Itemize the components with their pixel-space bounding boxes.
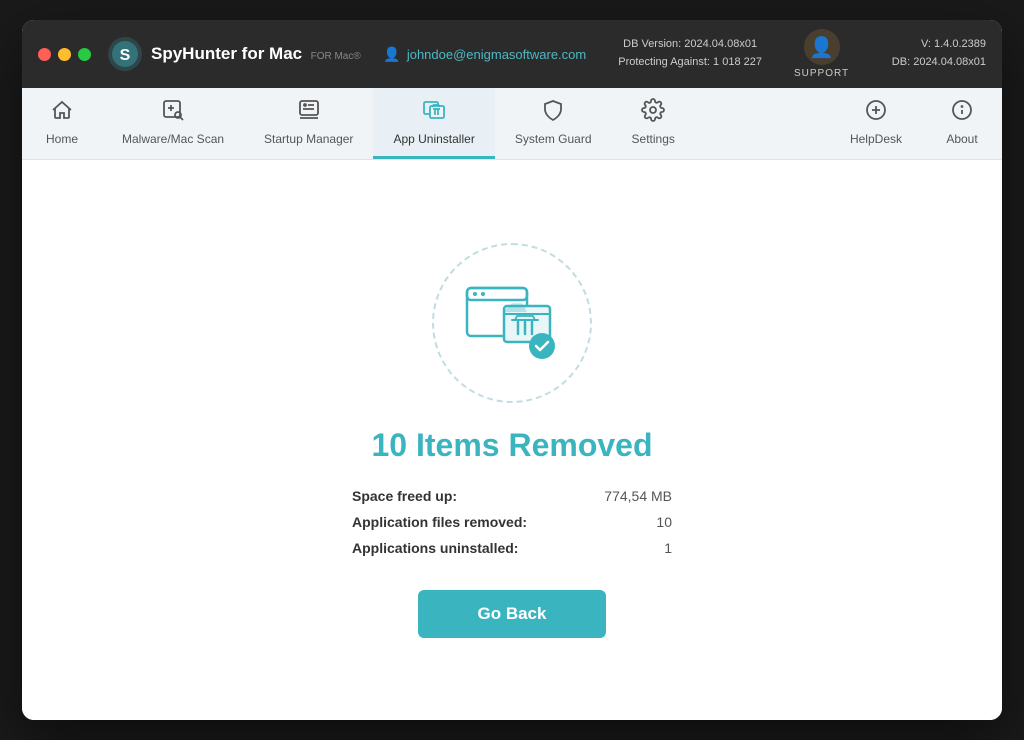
nav-label-about: About xyxy=(946,132,977,146)
nav-label-app-uninstaller: App Uninstaller xyxy=(393,132,474,146)
startup-manager-icon xyxy=(297,98,321,128)
nav-item-helpdesk[interactable]: HelpDesk xyxy=(830,88,922,159)
nav-item-startup-manager[interactable]: Startup Manager xyxy=(244,88,373,159)
nav-label-system-guard: System Guard xyxy=(515,132,592,146)
maximize-button[interactable] xyxy=(78,48,91,61)
settings-icon xyxy=(641,98,665,128)
about-icon xyxy=(950,98,974,128)
system-guard-icon xyxy=(541,98,565,128)
home-icon xyxy=(50,98,74,128)
traffic-lights xyxy=(38,48,91,61)
nav-item-about[interactable]: About xyxy=(922,88,1002,159)
user-info: 👤 johndoe@enigmasoftware.com xyxy=(383,46,586,63)
support-button[interactable]: 👤 SUPPORT xyxy=(794,29,849,79)
logo-icon: S xyxy=(107,36,143,72)
stat-value-apps: 1 xyxy=(664,540,672,556)
nav-spacer xyxy=(695,88,830,159)
stat-value-space: 774,54 MB xyxy=(604,488,672,504)
uninstall-complete-icon xyxy=(462,278,562,368)
app-window: S SpyHunter for Mac FOR Mac® 👤 johndoe@e… xyxy=(22,20,1002,720)
user-icon: 👤 xyxy=(383,46,400,63)
stat-row-files: Application files removed: 10 xyxy=(352,514,672,530)
stat-row-apps: Applications uninstalled: 1 xyxy=(352,540,672,556)
nav-label-malware-scan: Malware/Mac Scan xyxy=(122,132,224,146)
navbar: Home Malware/Mac Scan Startup Manager Ap… xyxy=(22,88,1002,160)
nav-label-helpdesk: HelpDesk xyxy=(850,132,902,146)
nav-item-app-uninstaller[interactable]: App Uninstaller xyxy=(373,88,494,159)
stat-label-apps: Applications uninstalled: xyxy=(352,540,518,556)
db-info: DB Version: 2024.04.08x01 Protecting Aga… xyxy=(618,36,762,71)
svg-text:S: S xyxy=(120,47,131,64)
nav-item-malware-scan[interactable]: Malware/Mac Scan xyxy=(102,88,244,159)
version-info: V: 1.4.0.2389 DB: 2024.04.08x01 xyxy=(892,36,986,71)
stat-row-space: Space freed up: 774,54 MB xyxy=(352,488,672,504)
nav-item-home[interactable]: Home xyxy=(22,88,102,159)
titlebar-center: 👤 johndoe@enigmasoftware.com DB Version:… xyxy=(361,29,872,79)
nav-label-settings: Settings xyxy=(632,132,675,146)
logo-area: S SpyHunter for Mac FOR Mac® xyxy=(107,36,361,72)
go-back-button[interactable]: Go Back xyxy=(418,590,607,638)
titlebar: S SpyHunter for Mac FOR Mac® 👤 johndoe@e… xyxy=(22,20,1002,88)
nav-label-home: Home xyxy=(46,132,78,146)
stats-container: Space freed up: 774,54 MB Application fi… xyxy=(352,488,672,556)
close-button[interactable] xyxy=(38,48,51,61)
nav-item-system-guard[interactable]: System Guard xyxy=(495,88,612,159)
stat-label-files: Application files removed: xyxy=(352,514,527,530)
malware-scan-icon xyxy=(161,98,185,128)
app-uninstaller-icon xyxy=(422,98,446,128)
logo-text: SpyHunter for Mac FOR Mac® xyxy=(151,44,361,64)
helpdesk-icon xyxy=(864,98,888,128)
main-content: 10 Items Removed Space freed up: 774,54 … xyxy=(22,160,1002,720)
support-icon: 👤 xyxy=(804,29,840,65)
stat-label-space: Space freed up: xyxy=(352,488,457,504)
nav-item-settings[interactable]: Settings xyxy=(612,88,695,159)
minimize-button[interactable] xyxy=(58,48,71,61)
result-icon xyxy=(462,278,562,368)
result-icon-container xyxy=(432,243,592,403)
nav-label-startup-manager: Startup Manager xyxy=(264,132,353,146)
user-email: johndoe@enigmasoftware.com xyxy=(407,47,586,62)
support-label: SUPPORT xyxy=(794,68,849,79)
result-title: 10 Items Removed xyxy=(371,427,652,464)
nav-right: HelpDesk About xyxy=(830,88,1002,159)
stat-value-files: 10 xyxy=(656,514,672,530)
